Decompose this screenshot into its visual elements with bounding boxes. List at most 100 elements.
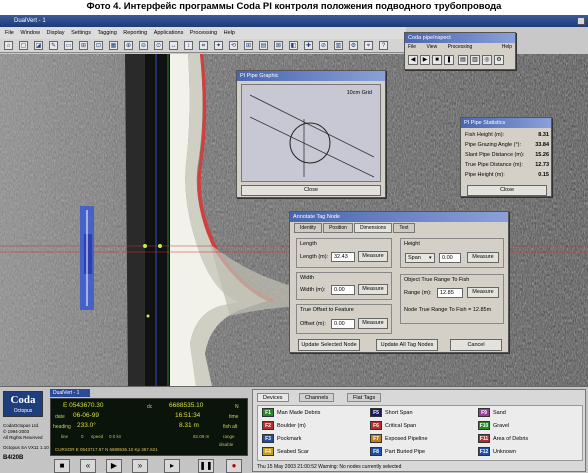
tag-button[interactable]: F4 Seabed Scar	[262, 447, 309, 457]
toolbar-tool-icon[interactable]: ⌗	[199, 41, 208, 50]
pause-icon: ❚❚	[199, 461, 213, 470]
update-selected-node-button[interactable]: Update Selected Node	[298, 339, 360, 351]
menu-tagging[interactable]: Tagging	[97, 27, 116, 39]
tab-channels[interactable]: Channels	[299, 393, 335, 402]
toolbar-tool-icon[interactable]: ⚙	[349, 41, 358, 50]
toolbar-tool-icon[interactable]: ↔	[169, 41, 178, 50]
toolbar-tool-icon[interactable]: ▢	[19, 41, 28, 50]
toolbar-tool-icon[interactable]: ⊡	[94, 41, 103, 50]
toolbar-tool-icon[interactable]: ⌂	[4, 41, 13, 50]
tag-button[interactable]: F3 Pockmark	[262, 434, 301, 444]
toolbar-tool-icon[interactable]: ◧	[289, 41, 298, 50]
pi-menu-processing[interactable]: Processing	[448, 44, 473, 50]
width-input[interactable]: 0.00	[331, 285, 355, 295]
menu-help[interactable]: Help	[224, 27, 235, 39]
menu-settings[interactable]: Settings	[71, 27, 91, 39]
play-icon[interactable]: ▶	[420, 55, 430, 65]
play-button[interactable]: ▶	[106, 459, 122, 473]
menu-applications[interactable]: Applications	[154, 27, 184, 39]
fast-forward-button[interactable]: »	[132, 459, 148, 473]
fish-alt-label: fish alt	[223, 424, 238, 430]
range-input[interactable]: 12.85	[437, 288, 463, 298]
tab-identity[interactable]: Identity	[294, 223, 322, 233]
toolbar-tool-icon[interactable]: ✚	[304, 41, 313, 50]
menu-reporting[interactable]: Reporting	[123, 27, 147, 39]
menu-file[interactable]: File	[5, 27, 14, 39]
toolbar-tool-icon[interactable]: ?	[379, 41, 388, 50]
tab-dimensions[interactable]: Dimensions	[354, 223, 392, 233]
settings-icon[interactable]: ⚙	[494, 55, 504, 65]
toolbar-tool-icon[interactable]: ⊖	[139, 41, 148, 50]
pause-button[interactable]: ❚❚	[198, 459, 214, 473]
tag-key: F2	[262, 421, 274, 431]
toolbar-tool-icon[interactable]: ✦	[214, 41, 223, 50]
rewind-icon[interactable]: ◀	[408, 55, 418, 65]
range-measure-button[interactable]: Measure	[467, 287, 499, 298]
nav-tab[interactable]: DualVert - 1	[50, 389, 90, 397]
menu-display[interactable]: Display	[47, 27, 65, 39]
toolbar-tool-icon[interactable]: ⌖	[364, 41, 373, 50]
tag-button[interactable]: F8 Part Buried Pipe	[370, 447, 425, 457]
pause-icon[interactable]: ❚	[444, 55, 454, 65]
toolbar-tool-icon[interactable]: ▭	[64, 41, 73, 50]
pi-menu-view[interactable]: View	[426, 44, 437, 50]
toolbar-tool-icon[interactable]: ⊘	[319, 41, 328, 50]
tag-button[interactable]: F5 Short Span	[370, 408, 413, 418]
fast-rewind-button[interactable]: «	[80, 459, 96, 473]
tag-button[interactable]: F6 Critical Span	[370, 421, 416, 431]
tag-button[interactable]: F1 Man Made Debris	[262, 408, 320, 418]
height-measure-button[interactable]: Measure	[467, 252, 499, 263]
toolbar-tool-icon[interactable]: ⊞	[244, 41, 253, 50]
easting-value: E 0543670.30	[63, 402, 104, 409]
tab-devices[interactable]: Devices	[257, 393, 289, 402]
offset-group: True Offset to Feature Offset (m): 0.00 …	[296, 304, 392, 334]
stop-button[interactable]: ■	[54, 459, 70, 473]
toolbar-tool-icon[interactable]: ▤	[259, 41, 268, 50]
graph-icon[interactable]: ▤	[458, 55, 468, 65]
step-forward-button[interactable]: ▸	[164, 459, 180, 473]
menu-processing[interactable]: Processing	[190, 27, 217, 39]
pi-menu-help[interactable]: Help	[502, 44, 512, 50]
tag-button[interactable]: F7 Exposed Pipeline	[370, 434, 428, 444]
tab-flat-tags[interactable]: Flat Tags	[347, 393, 382, 402]
tag-button[interactable]: F10 Gravel	[478, 421, 509, 431]
width-group-title: Width	[300, 275, 315, 281]
tag-button[interactable]: F11 Area of Debris	[478, 434, 528, 444]
pipe-icon[interactable]: ◎	[482, 55, 492, 65]
pi-menu-file[interactable]: File	[408, 44, 416, 50]
tag-label: Area of Debris	[493, 436, 529, 442]
offset-measure-button[interactable]: Measure	[358, 318, 388, 329]
update-all-tag-nodes-button[interactable]: Update All Tag Nodes	[376, 339, 438, 351]
toolbar-tool-icon[interactable]: ▥	[334, 41, 343, 50]
toolbar-tool-icon[interactable]: ↕	[184, 41, 193, 50]
length-measure-button[interactable]: Measure	[358, 251, 388, 262]
height-input[interactable]: 0.00	[439, 253, 461, 263]
pipe-statistics-close-button[interactable]: Close	[467, 185, 547, 196]
toolbar-tool-icon[interactable]: ⊠	[274, 41, 283, 50]
cancel-button[interactable]: Cancel	[450, 339, 502, 351]
tag-button[interactable]: F2 Boulder (m)	[262, 421, 306, 431]
toolbar-tool-icon[interactable]: ◪	[34, 41, 43, 50]
offset-input[interactable]: 0.00	[331, 319, 355, 329]
toolbar-tool-icon[interactable]: ⊙	[154, 41, 163, 50]
close-icon[interactable]	[577, 17, 585, 25]
width-measure-button[interactable]: Measure	[358, 284, 388, 295]
tag-button[interactable]: F12 Unknown	[478, 447, 516, 457]
window-title: DualVert - 1	[14, 18, 46, 24]
toolbar-tool-icon[interactable]: ▦	[109, 41, 118, 50]
stop-icon[interactable]: ■	[432, 55, 442, 65]
stats-icon[interactable]: ▥	[470, 55, 480, 65]
toolbar-tool-icon[interactable]: ⟲	[229, 41, 238, 50]
pipe-graphic-close-button[interactable]: Close	[241, 185, 381, 196]
tab-position[interactable]: Position	[323, 223, 353, 233]
length-input[interactable]: 32.43	[331, 252, 355, 262]
record-button[interactable]: ●	[226, 459, 242, 473]
menu-window[interactable]: Window	[20, 27, 40, 39]
tab-text[interactable]: Text	[393, 223, 415, 233]
toolbar-tool-icon[interactable]: ⊞	[79, 41, 88, 50]
disable-label[interactable]: disable	[219, 441, 233, 449]
tag-button[interactable]: F9 Sand	[478, 408, 506, 418]
northing-unit: N	[235, 404, 239, 410]
toolbar-tool-icon[interactable]: ✎	[49, 41, 58, 50]
toolbar-tool-icon[interactable]: ⊕	[124, 41, 133, 50]
